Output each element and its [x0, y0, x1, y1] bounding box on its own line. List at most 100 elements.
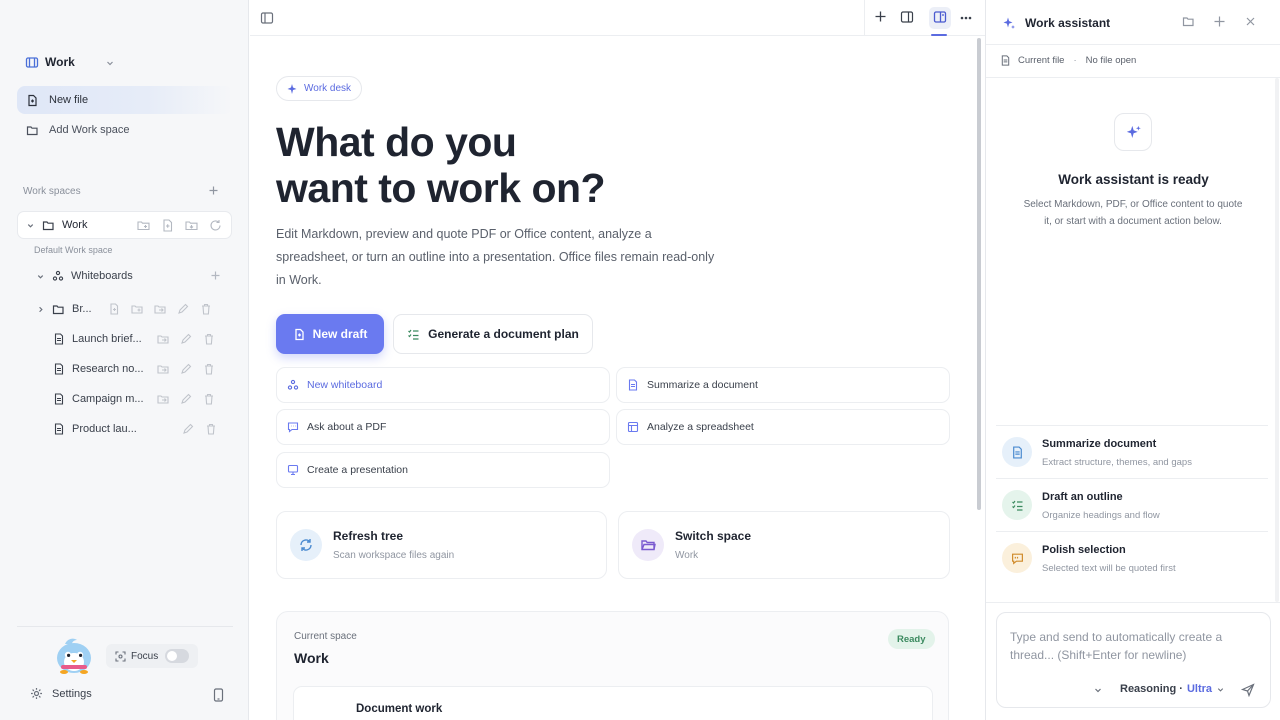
- folder-icon: [52, 303, 65, 316]
- workspace-switcher-label: Work: [45, 55, 75, 69]
- move-folder-icon[interactable]: [156, 392, 170, 406]
- suggestion-summarize-document[interactable]: Summarize document Extract structure, th…: [996, 425, 1268, 477]
- suggestion-subtitle: Organize headings and flow: [1042, 510, 1160, 521]
- action-summarize-document[interactable]: Summarize a document: [616, 367, 950, 403]
- new-draft-button[interactable]: New draft: [276, 314, 384, 354]
- message-composer[interactable]: Type and send to automatically create a …: [996, 612, 1271, 708]
- assistant-panel-icon[interactable]: [933, 10, 947, 24]
- building-icon: [25, 55, 39, 69]
- edit-icon[interactable]: [176, 302, 190, 316]
- tree-item-file[interactable]: Campaign m...: [53, 388, 144, 410]
- composer-input[interactable]: Type and send to automatically create a …: [1010, 628, 1250, 664]
- tree-folder-whiteboards[interactable]: Whiteboards: [36, 265, 133, 287]
- action-new-whiteboard[interactable]: New whiteboard: [276, 367, 610, 403]
- gear-icon: [30, 687, 43, 700]
- close-icon[interactable]: [1244, 15, 1257, 28]
- add-workspace-button[interactable]: Add Work space: [17, 116, 233, 144]
- edit-icon[interactable]: [181, 422, 195, 436]
- new-folder-icon[interactable]: [130, 302, 144, 316]
- import-folder-icon[interactable]: [184, 218, 199, 233]
- top-toolbar: [250, 0, 985, 36]
- action-create-presentation[interactable]: Create a presentation: [276, 452, 610, 488]
- trash-icon[interactable]: [202, 392, 216, 406]
- tree-item-label: Product lau...: [72, 423, 137, 435]
- sidebar-toggle-icon[interactable]: [260, 11, 274, 25]
- tree-item-file[interactable]: Product lau...: [53, 418, 137, 440]
- space-inner-title: Document work: [356, 703, 443, 715]
- new-folder-icon[interactable]: [136, 218, 151, 233]
- trash-icon[interactable]: [202, 332, 216, 346]
- new-document-icon[interactable]: [107, 302, 121, 316]
- move-folder-icon[interactable]: [153, 302, 167, 316]
- edit-icon[interactable]: [179, 362, 193, 376]
- folder-open-icon: [26, 124, 39, 137]
- more-icon[interactable]: [960, 16, 972, 20]
- assistant-scrollbar[interactable]: [1275, 78, 1279, 602]
- settings-button[interactable]: Settings: [30, 687, 92, 700]
- whiteboard-icon: [52, 270, 64, 282]
- suggestion-subtitle: Extract structure, themes, and gaps: [1042, 457, 1192, 468]
- focus-toggle[interactable]: Focus: [106, 644, 198, 668]
- new-file-icon: [26, 94, 39, 107]
- reasoning-label: Reasoning ·: [1120, 683, 1183, 695]
- refresh-tree-card[interactable]: Refresh tree Scan workspace files again: [276, 511, 607, 579]
- suggestion-subtitle: Selected text will be quoted first: [1042, 563, 1176, 574]
- new-file-button[interactable]: New file: [17, 86, 233, 114]
- tree-item-folder[interactable]: Br...: [36, 298, 92, 320]
- plus-icon[interactable]: [874, 10, 887, 23]
- plus-icon[interactable]: [1213, 15, 1226, 28]
- move-folder-icon[interactable]: [156, 362, 170, 376]
- action-label: Create a presentation: [307, 464, 408, 476]
- folder-icon[interactable]: [1182, 15, 1195, 28]
- composer-divider: [986, 602, 1280, 603]
- switch-space-card[interactable]: Switch space Work: [618, 511, 950, 579]
- main-scrollbar[interactable]: [977, 38, 981, 510]
- focus-switch[interactable]: [165, 649, 189, 663]
- add-workspace-plus-icon[interactable]: [208, 185, 219, 196]
- generate-plan-button[interactable]: Generate a document plan: [393, 314, 593, 354]
- tree-item-tools: [156, 392, 216, 406]
- edit-icon[interactable]: [179, 392, 193, 406]
- chevron-down-icon[interactable]: [1093, 685, 1103, 695]
- work-desk-label: Work desk: [304, 83, 352, 94]
- assistant-ready-title: Work assistant is ready: [1058, 172, 1209, 187]
- card-subtitle: Work: [675, 550, 699, 561]
- workspace-switcher[interactable]: Work: [25, 55, 113, 69]
- tree-item-tools: [156, 362, 216, 376]
- suggestion-title: Draft an outline: [1042, 491, 1123, 503]
- card-title: Switch space: [675, 529, 752, 543]
- mobile-icon[interactable]: [213, 688, 224, 702]
- action-analyze-spreadsheet[interactable]: Analyze a spreadsheet: [616, 409, 950, 445]
- split-view-icon[interactable]: [900, 10, 914, 24]
- edit-icon[interactable]: [179, 332, 193, 346]
- hero-line-2: want to work on?: [276, 165, 606, 211]
- tree-item-file[interactable]: Launch brief...: [53, 328, 142, 350]
- new-document-icon[interactable]: [160, 218, 175, 233]
- mascot-avatar[interactable]: [52, 634, 96, 676]
- tree-item-file[interactable]: Research no...: [53, 358, 144, 380]
- settings-label: Settings: [52, 687, 92, 700]
- trash-icon[interactable]: [204, 422, 218, 436]
- folder-open-icon: [632, 529, 664, 561]
- tree-item-tools: [156, 332, 216, 346]
- chevron-down-icon[interactable]: [26, 221, 35, 230]
- new-draft-label: New draft: [312, 327, 368, 341]
- chevron-down-icon[interactable]: [36, 272, 45, 281]
- trash-icon[interactable]: [202, 362, 216, 376]
- send-icon[interactable]: [1241, 683, 1255, 697]
- page-title: What do you want to work on?: [276, 119, 606, 211]
- trash-icon[interactable]: [199, 302, 213, 316]
- workspace-row-work[interactable]: Work: [17, 211, 232, 239]
- suggestion-draft-outline[interactable]: Draft an outline Organize headings and f…: [996, 478, 1268, 530]
- refresh-icon[interactable]: [208, 218, 223, 233]
- reasoning-selector[interactable]: Reasoning · Ultra: [1120, 683, 1225, 695]
- space-inner-card[interactable]: Document work: [293, 686, 933, 720]
- current-space-name: Work: [294, 650, 329, 666]
- document-icon: [53, 423, 65, 435]
- action-ask-pdf[interactable]: Ask about a PDF: [276, 409, 610, 445]
- move-folder-icon[interactable]: [156, 332, 170, 346]
- chevron-right-icon[interactable]: [36, 305, 45, 314]
- suggestion-polish-selection[interactable]: Polish selection Selected text will be q…: [996, 531, 1268, 583]
- add-whiteboard-plus-icon[interactable]: [210, 270, 221, 281]
- document-icon: [53, 333, 65, 345]
